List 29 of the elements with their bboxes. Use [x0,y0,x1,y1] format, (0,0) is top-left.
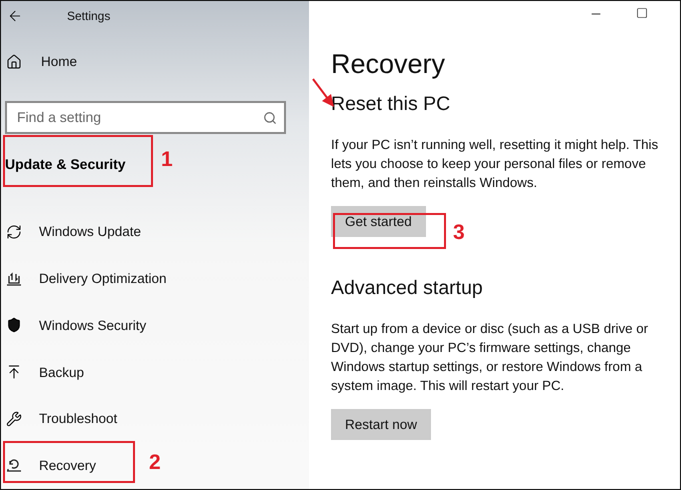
sync-icon [6,224,22,240]
recovery-icon [6,458,22,474]
search-field[interactable]: Find a setting [5,100,286,134]
sidebar-item[interactable]: Recovery [39,458,96,474]
maximize-icon[interactable] [636,7,648,19]
home-icon [6,54,22,70]
section-heading: Reset this PC [331,93,452,117]
search-icon[interactable] [263,110,277,125]
description-text: Start up from a device or disc (such as a USB drive or DVD), change your PC’s firmware settings, change Windows startup settings, or restore Windows from a system image. This will restart your PC. [331,320,650,395]
section-heading: Advanced startup [331,277,484,301]
section-heading: Update & Security [5,156,126,172]
step-number: 3 [453,221,465,245]
laptop-arrows-icon [6,270,22,287]
home-link[interactable]: Home [41,54,78,70]
sidebar-item[interactable]: Windows Update [39,224,142,240]
shield-icon [6,317,22,334]
upload-icon [6,364,22,380]
get-started-button[interactable]: Get started [331,206,426,237]
description-text: If your PC isn’t running well, resetting it might help. This lets you choose to keep your personal files or remove them, and then reinstalls Windows. [331,136,660,192]
step-number: 1 [161,148,173,172]
window-title: Settings [67,8,110,23]
wrench-icon [6,410,22,427]
step-number: 2 [149,451,161,475]
page-title: Recovery [331,49,446,81]
sidebar-item[interactable]: Delivery Optimization [39,271,167,286]
sidebar-item[interactable]: Troubleshoot [39,411,118,426]
sidebar-item[interactable]: Backup [39,364,84,380]
restart-button[interactable]: Restart now [331,409,432,440]
sidebar-item[interactable]: Windows Security [39,318,146,333]
